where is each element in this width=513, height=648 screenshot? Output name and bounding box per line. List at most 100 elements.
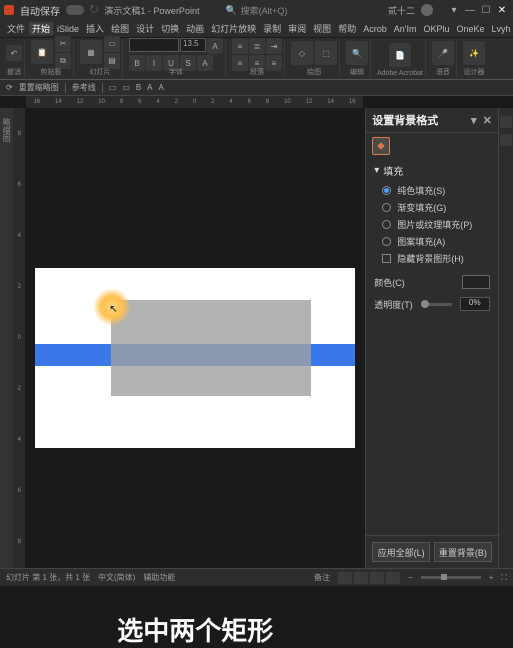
panel-tab-fill[interactable] (366, 133, 498, 159)
tab-animations[interactable]: 动画 (183, 22, 207, 35)
option-pattern-fill[interactable]: 图案填充(A) (374, 233, 490, 250)
user-name[interactable]: 贰十二 (388, 4, 415, 17)
language-indicator[interactable]: 中文(简体) (98, 572, 135, 583)
tab-lvyh[interactable]: Lvyh (489, 24, 513, 34)
tab-review[interactable]: 审阅 (285, 22, 309, 35)
tab-design[interactable]: 设计 (133, 22, 157, 35)
radio-icon (382, 203, 391, 212)
panel-close-button[interactable]: ✕ (483, 114, 492, 127)
option-solid-fill[interactable]: 纯色填充(S) (374, 182, 490, 199)
slide-counter[interactable]: 幻灯片 第 1 张，共 1 张 (6, 572, 90, 583)
numbering-button[interactable]: ≣ (249, 38, 265, 54)
tab-transitions[interactable]: 切换 (158, 22, 182, 35)
zoom-slider[interactable] (421, 576, 481, 579)
format-background-panel: 设置背景格式 ▾ ✕ ▾ 填充 纯色填充(S) 渐变填充(G) (365, 108, 498, 568)
undo-button[interactable]: ↶ (6, 45, 22, 61)
font-family-select[interactable] (129, 38, 179, 52)
tab-insert[interactable]: 插入 (83, 22, 107, 35)
tab-slideshow[interactable]: 幻灯片放映 (208, 22, 259, 35)
paste-button[interactable]: 📋 (31, 40, 53, 64)
tool-rail-item[interactable] (500, 116, 512, 128)
dictate-button[interactable]: 🎤 (432, 41, 454, 65)
font-color-button[interactable]: A (197, 55, 213, 71)
tab-view[interactable]: 视图 (310, 22, 334, 35)
maximize-button[interactable]: ☐ (479, 3, 493, 17)
bullets-button[interactable]: ≡ (232, 38, 248, 54)
normal-view-button[interactable] (338, 572, 352, 584)
designer-button[interactable]: ✨ (463, 41, 485, 65)
ribbon-group-paragraph: ≡ ≣ ⇥ ≡ ≡ ≡ 段落 (230, 40, 285, 77)
mini-tool-3[interactable]: B (136, 83, 141, 92)
tab-draw[interactable]: 绘图 (108, 22, 132, 35)
tab-home[interactable]: 开始 (29, 22, 53, 35)
arrange-button[interactable]: ⬚ (315, 41, 337, 65)
font-size-select[interactable]: 13.5 (180, 38, 206, 52)
reset-bg-button[interactable]: 重置背景(B) (434, 542, 492, 562)
panel-dropdown-icon[interactable]: ▾ (471, 114, 477, 127)
bold-button[interactable]: B (129, 55, 145, 71)
slide-stage[interactable]: ↖ 选中两个矩形 (25, 108, 365, 568)
cut-button[interactable]: ✂ (55, 36, 71, 52)
align-right-button[interactable]: ≡ (266, 55, 282, 71)
tab-onekey[interactable]: OneKe (453, 24, 487, 34)
minimize-button[interactable]: — (463, 3, 477, 17)
collapse-icon: ▾ (374, 165, 379, 176)
fit-window-button[interactable]: ⛶ (501, 573, 507, 583)
accessibility-checker[interactable]: 辅助功能 (143, 572, 175, 583)
mini-tool-4[interactable]: A (147, 83, 152, 92)
tab-file[interactable]: 文件 (4, 22, 28, 35)
mini-tool-5[interactable]: A (159, 83, 164, 92)
slideshow-view-button[interactable] (386, 572, 400, 584)
shapes-button[interactable]: ◇ (291, 41, 313, 65)
tool-rail-item[interactable] (500, 134, 512, 146)
notes-button[interactable]: 备注 (314, 572, 330, 583)
reading-view-button[interactable] (370, 572, 384, 584)
gray-rectangle[interactable] (111, 300, 311, 396)
sorter-view-button[interactable] (354, 572, 368, 584)
layout-button[interactable]: ▭ (104, 36, 120, 52)
slider-thumb[interactable] (421, 300, 429, 308)
thumbnail-panel-collapsed[interactable]: 略缩图 (0, 108, 13, 568)
transparency-value[interactable]: 0% (460, 297, 490, 311)
thumbnail-label: 略缩图 (1, 118, 12, 142)
new-slide-button[interactable]: ▦ (80, 40, 102, 64)
ribbon-group-undo: ↶ 撤消 (4, 40, 25, 77)
tab-anim[interactable]: An'Im (391, 24, 420, 34)
tab-islide[interactable]: iSlide (54, 24, 82, 34)
tab-record[interactable]: 录制 (260, 22, 284, 35)
mini-tool-2[interactable]: ▭ (122, 83, 130, 92)
section-fill-title[interactable]: ▾ 填充 (374, 163, 490, 178)
option-picture-fill[interactable]: 图片或纹理填充(P) (374, 216, 490, 233)
tab-okplus[interactable]: OKPlu (420, 24, 452, 34)
search-box[interactable]: 🔍 搜索(Alt+Q) (225, 4, 287, 17)
apply-all-button[interactable]: 应用全部(L) (372, 542, 430, 562)
tab-acrobat[interactable]: Acrob (360, 24, 390, 34)
zoom-in-button[interactable]: + (489, 573, 494, 582)
ribbon-options-icon[interactable]: ▾ (447, 3, 461, 17)
ribbon-group-font: 13.5 A B I U S A 字体 (127, 40, 226, 77)
slide-canvas[interactable]: ↖ (35, 268, 355, 448)
close-button[interactable]: ✕ (495, 3, 509, 17)
grow-font-button[interactable]: A (207, 38, 223, 54)
color-picker[interactable] (462, 275, 490, 289)
reset-thumbnail-label[interactable]: 重置缩略图 (19, 82, 59, 93)
ribbon-group-designer: ✨ 设计器 (461, 40, 487, 77)
autosave-toggle[interactable] (66, 5, 84, 15)
italic-button[interactable]: I (146, 55, 162, 71)
user-avatar[interactable] (421, 4, 433, 16)
reset-thumbnail-button[interactable]: ⟳ (6, 83, 13, 92)
autosave-label[interactable]: 自动保存 (20, 3, 60, 18)
option-hide-background[interactable]: 隐藏背景图形(H) (374, 250, 490, 267)
adobe-pdf-button[interactable]: 📄 (389, 43, 411, 67)
align-left-button[interactable]: ≡ (232, 55, 248, 71)
transparency-slider[interactable] (421, 303, 452, 306)
zoom-out-button[interactable]: − (408, 573, 413, 582)
guides-button[interactable]: 参考线 (72, 82, 96, 93)
option-gradient-fill[interactable]: 渐变填充(G) (374, 199, 490, 216)
tab-help[interactable]: 帮助 (335, 22, 359, 35)
indent-button[interactable]: ⇥ (266, 38, 282, 54)
sub-ribbon: ⟳ 重置缩略图 参考线 ▭ ▭ B A A (0, 80, 513, 96)
find-button[interactable]: 🔍 (346, 41, 368, 65)
ribbon-group-adobe: 📄 Adobe Acrobat (375, 40, 426, 77)
mini-tool-1[interactable]: ▭ (109, 83, 117, 92)
